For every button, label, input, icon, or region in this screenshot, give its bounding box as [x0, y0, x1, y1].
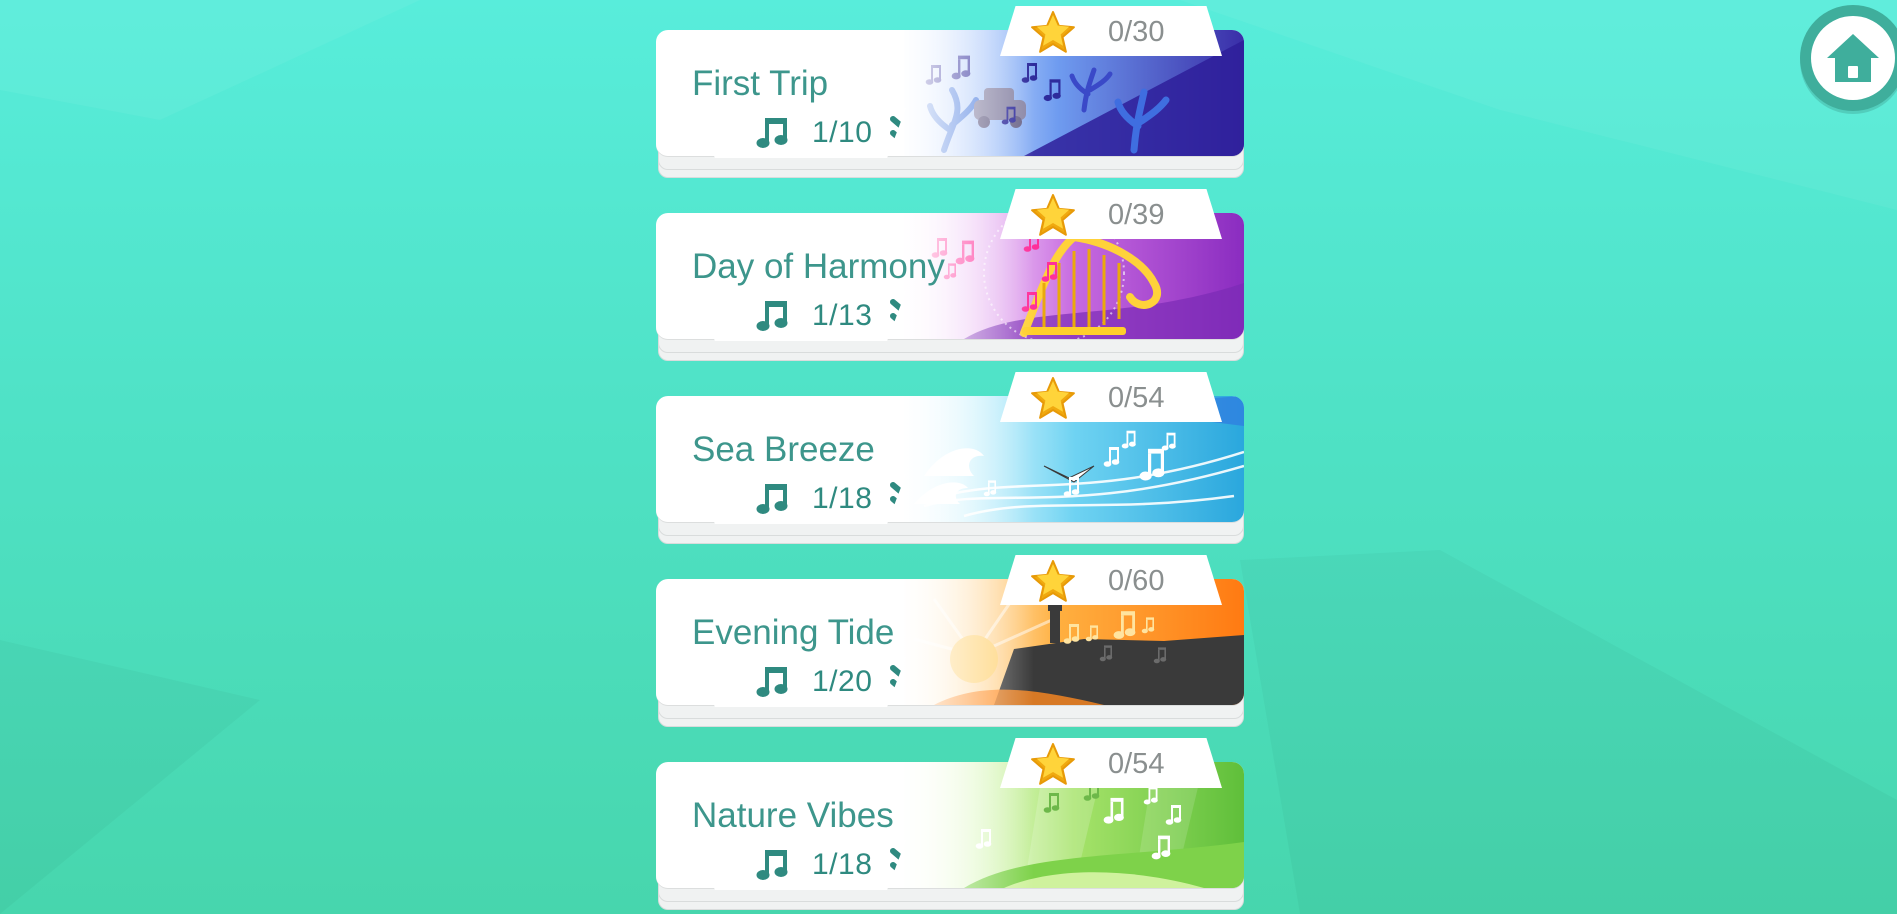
star-count-tab: 0/30	[1000, 6, 1222, 56]
music-note-icon	[756, 482, 792, 521]
star-count: 0/54	[1108, 382, 1165, 414]
music-note-icon	[756, 299, 792, 338]
level-title: Evening Tide	[692, 613, 895, 652]
star-icon	[1030, 377, 1076, 422]
level-card-first-trip[interactable]: First Trip 1/10 0/30	[656, 6, 1244, 178]
home-icon	[1827, 34, 1879, 82]
star-count: 0/60	[1108, 565, 1165, 597]
song-count-tab[interactable]: 1/18	[696, 840, 906, 890]
song-count-tab[interactable]: 1/20	[696, 657, 906, 707]
level-select-screen: First Trip 1/10 0/30 Day of Harmony 1/13 0/39…	[0, 0, 1897, 914]
level-card-nature-vibes[interactable]: Nature Vibes 1/18 0/54	[656, 738, 1244, 910]
level-title: Day of Harmony	[692, 247, 945, 286]
level-card-day-of-harmony[interactable]: Day of Harmony 1/13 0/39	[656, 189, 1244, 361]
star-count-tab: 0/60	[1000, 555, 1222, 605]
song-count: 1/20	[812, 665, 873, 698]
song-count-tab[interactable]: 1/10	[696, 108, 906, 158]
star-count-tab: 0/39	[1000, 189, 1222, 239]
level-title: Sea Breeze	[692, 430, 875, 469]
star-count-tab: 0/54	[1000, 738, 1222, 788]
music-note-icon	[756, 665, 792, 704]
song-count-tab[interactable]: 1/18	[696, 474, 906, 524]
star-icon	[1030, 560, 1076, 605]
star-count: 0/54	[1108, 748, 1165, 780]
level-title: Nature Vibes	[692, 796, 894, 835]
music-note-icon	[756, 848, 792, 887]
song-count: 1/18	[812, 482, 873, 515]
level-card-evening-tide[interactable]: Evening Tide 1/20 0/60	[656, 555, 1244, 727]
home-button[interactable]	[1800, 5, 1897, 111]
song-count: 1/10	[812, 116, 873, 149]
home-button-face	[1811, 16, 1895, 100]
star-icon	[1030, 194, 1076, 239]
song-count: 1/18	[812, 848, 873, 881]
star-icon	[1030, 11, 1076, 56]
music-note-icon	[756, 116, 792, 155]
star-count: 0/30	[1108, 16, 1165, 48]
level-card-sea-breeze[interactable]: Sea Breeze 1/18 0/54	[656, 372, 1244, 544]
star-count-tab: 0/54	[1000, 372, 1222, 422]
star-icon	[1030, 743, 1076, 788]
star-count: 0/39	[1108, 199, 1165, 231]
song-count-tab[interactable]: 1/13	[696, 291, 906, 341]
song-count: 1/13	[812, 299, 873, 332]
level-title: First Trip	[692, 64, 829, 103]
